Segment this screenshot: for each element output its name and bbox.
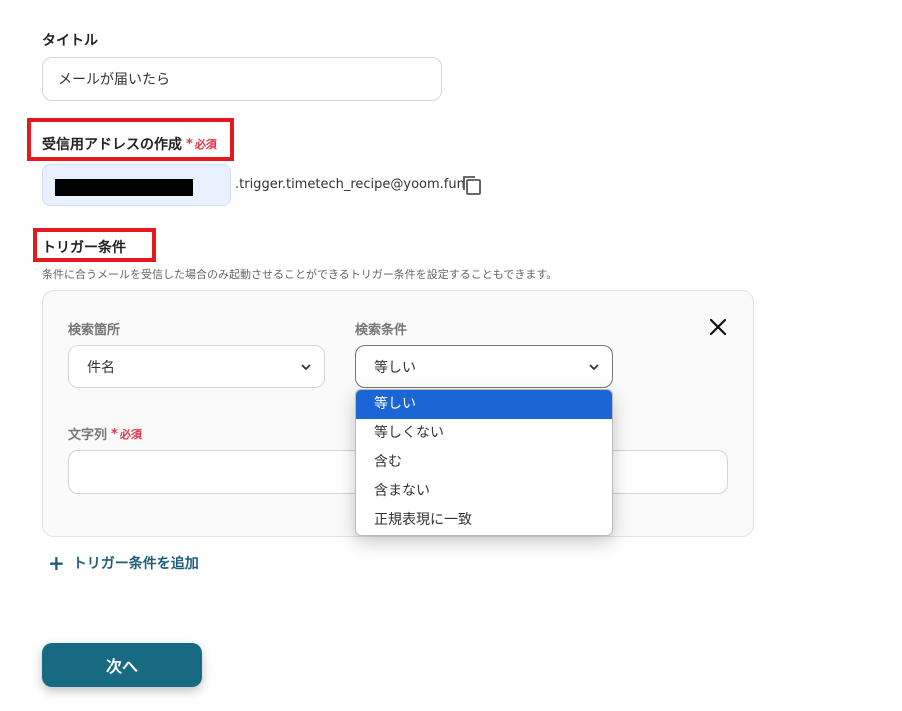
dropdown-option[interactable]: 正規表現に一致 bbox=[356, 506, 612, 535]
dropdown-option[interactable]: 等しい bbox=[356, 390, 612, 419]
string-label: 文字列 bbox=[68, 428, 108, 443]
search-location-label: 検索箇所 bbox=[68, 323, 121, 338]
add-trigger-condition-label: トリガー条件を追加 bbox=[72, 556, 199, 572]
address-prefix-field[interactable] bbox=[42, 164, 231, 206]
close-icon[interactable] bbox=[708, 317, 728, 337]
search-location-value: 件名 bbox=[87, 359, 115, 376]
dropdown-option[interactable]: 含む bbox=[356, 448, 612, 477]
address-label: 受信用アドレスの作成 bbox=[42, 137, 182, 153]
trigger-label: トリガー条件 bbox=[42, 240, 126, 256]
dropdown-option[interactable]: 等しくない bbox=[356, 419, 612, 448]
plus-icon: + bbox=[48, 551, 65, 575]
required-badge: * 必須 bbox=[111, 426, 142, 442]
chevron-down-icon bbox=[301, 363, 311, 370]
title-input[interactable] bbox=[42, 57, 442, 101]
search-condition-select[interactable]: 等しい bbox=[355, 345, 613, 388]
address-domain-suffix: .trigger.timetech_recipe@yoom.fun bbox=[235, 177, 465, 192]
search-location-select[interactable]: 件名 bbox=[68, 345, 325, 388]
copy-icon[interactable] bbox=[461, 174, 483, 196]
title-label: タイトル bbox=[42, 33, 98, 49]
search-condition-dropdown: 等しい 等しくない 含む 含まない 正規表現に一致 bbox=[355, 389, 613, 536]
trigger-description: 条件に合うメールを受信した場合のみ起動させることができるトリガー条件を設定するこ… bbox=[42, 268, 558, 281]
next-button[interactable]: 次へ bbox=[42, 643, 202, 687]
add-trigger-condition-link[interactable]: + トリガー条件を追加 bbox=[48, 553, 199, 573]
search-condition-value: 等しい bbox=[374, 359, 416, 376]
dropdown-option[interactable]: 含まない bbox=[356, 477, 612, 506]
string-label-row: 文字列 * 必須 bbox=[68, 424, 142, 444]
required-badge: * 必須 bbox=[186, 137, 217, 152]
chevron-down-icon bbox=[589, 363, 599, 370]
address-label-row: 受信用アドレスの作成 * 必須 bbox=[42, 134, 217, 154]
redacted-text bbox=[55, 179, 193, 196]
search-condition-label: 検索条件 bbox=[355, 323, 408, 338]
